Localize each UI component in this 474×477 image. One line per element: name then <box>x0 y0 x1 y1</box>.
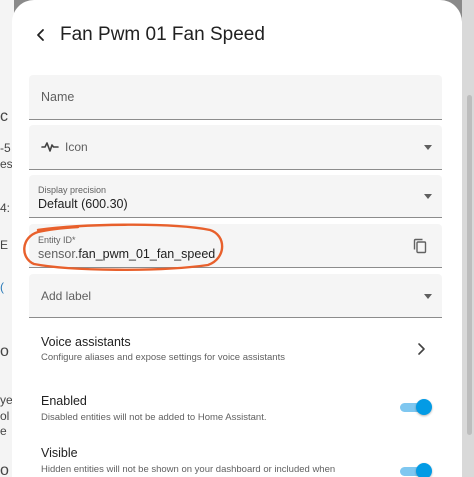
display-precision-select[interactable]: Display precision Default (600.30) <box>29 175 442 218</box>
enabled-title: Enabled <box>41 394 87 408</box>
visible-row: Visible Hidden entities will not be show… <box>12 438 462 477</box>
chevron-right-icon <box>418 343 425 355</box>
entity-settings-dialog: Fan Pwm 01 Fan Speed Name Icon Display p… <box>12 0 462 477</box>
visible-title: Visible <box>41 446 78 460</box>
background-text: c <box>0 108 8 125</box>
background-text: ol <box>0 409 10 423</box>
background-text: -5 <box>0 141 11 155</box>
voice-assistants-subtitle: Configure aliases and expose settings fo… <box>41 352 285 363</box>
background-text: o <box>0 343 9 360</box>
chevron-down-icon <box>424 194 432 199</box>
dialog-header: Fan Pwm 01 Fan Speed <box>12 0 462 70</box>
background-text: e <box>0 424 7 438</box>
background-scrollbar[interactable] <box>467 95 472 435</box>
background-text: 4: <box>0 201 11 215</box>
name-placeholder: Name <box>41 90 75 104</box>
enabled-row: Enabled Disabled entities will not be ad… <box>12 385 462 433</box>
entity-id-text: fan_pwm_01_fan_speed <box>78 247 216 261</box>
add-label-placeholder: Add label <box>41 289 92 303</box>
chevron-down-icon <box>424 145 432 150</box>
entity-id-value: sensor.fan_pwm_01_fan_speed <box>38 247 215 261</box>
background-text: o <box>0 462 9 477</box>
enabled-toggle[interactable] <box>400 399 432 415</box>
name-field[interactable]: Name <box>29 75 442 120</box>
voice-assistants-row[interactable]: Voice assistants Configure aliases and e… <box>12 325 462 375</box>
copy-icon[interactable] <box>413 238 427 254</box>
icon-picker[interactable]: Icon <box>29 125 442 170</box>
add-label-select[interactable]: Add label <box>29 274 442 318</box>
visible-subtitle: Hidden entities will not be shown on you… <box>41 464 336 475</box>
display-precision-label: Display precision <box>38 185 107 195</box>
background-text: es <box>0 157 13 171</box>
back-button[interactable] <box>26 20 56 50</box>
background-text: ( <box>0 280 4 294</box>
voice-assistants-title: Voice assistants <box>41 335 131 349</box>
entity-id-label: Entity ID* <box>38 235 76 245</box>
visible-toggle[interactable] <box>400 463 432 477</box>
entity-id-field[interactable]: Entity ID* sensor.fan_pwm_01_fan_speed <box>29 224 442 268</box>
background-text: E <box>0 238 9 252</box>
chevron-down-icon <box>424 294 432 299</box>
display-precision-value: Default (600.30) <box>38 197 128 211</box>
toggle-knob <box>416 399 432 415</box>
enabled-subtitle: Disabled entities will not be added to H… <box>41 412 267 423</box>
background-scroll-area <box>462 0 474 477</box>
toggle-knob <box>416 463 432 477</box>
pulse-icon <box>41 142 59 152</box>
dialog-title: Fan Pwm 01 Fan Speed <box>60 24 265 45</box>
entity-id-prefix: sensor. <box>38 247 79 261</box>
icon-placeholder: Icon <box>65 140 88 154</box>
background-text: ye <box>0 393 13 407</box>
chevron-left-icon <box>37 29 44 41</box>
